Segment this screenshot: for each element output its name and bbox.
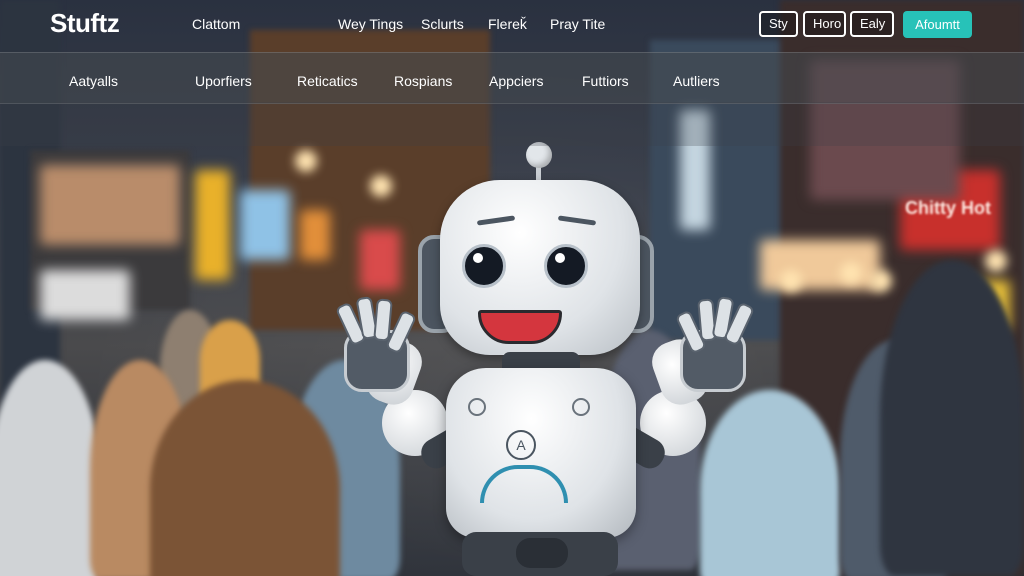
nav-link-wey-tings[interactable]: Wey Tings: [338, 16, 403, 32]
subnav-item-uporfiers[interactable]: Uporfiers: [195, 73, 252, 89]
shop-light: [195, 170, 230, 280]
subnav-item-reticatics[interactable]: Reticatics: [297, 73, 358, 89]
header-button-horo[interactable]: Horo: [803, 11, 846, 37]
cta-account-button[interactable]: Afoumtt: [903, 11, 972, 38]
subnav-shadow-band: [0, 102, 1024, 146]
subnav-item-appciers[interactable]: Appciers: [489, 73, 543, 89]
chest-a-logo-icon: A: [506, 430, 536, 460]
person: [880, 260, 1024, 576]
chest-bolt-icon: [468, 398, 486, 416]
subnav-item-rospians[interactable]: Rospians: [394, 73, 452, 89]
lamp: [985, 250, 1007, 272]
robot-eye: [544, 244, 588, 288]
robot-waist-disc: [516, 538, 568, 568]
header-button-ealy[interactable]: Ealy: [850, 11, 894, 37]
subnav-item-futtiors[interactable]: Futtiors: [582, 73, 629, 89]
lamp: [870, 270, 892, 292]
sub-navbar: Aatyalls Uporfiers Reticatics Rospians A…: [0, 52, 1024, 104]
nav-link-clattom[interactable]: Clattom: [192, 16, 240, 32]
robot-torso: [446, 368, 636, 538]
robot-mascot: A: [310, 140, 790, 576]
nav-link-sclurts[interactable]: Sclurts: [421, 16, 464, 32]
header-button-sty[interactable]: Sty: [759, 11, 798, 37]
shop-light: [40, 270, 130, 320]
shop-light: [40, 165, 180, 245]
lamp: [840, 262, 862, 284]
robot-hand: [334, 295, 418, 392]
person: [0, 360, 100, 576]
subnav-item-autliers[interactable]: Autliers: [673, 73, 720, 89]
robot-hand: [674, 295, 756, 392]
subnav-item-aatyalls[interactable]: Aatyalls: [69, 73, 118, 89]
top-navbar: Stuftz Clattom Wey Tings Sclurts Flereǩ …: [0, 0, 1024, 50]
chest-bolt-icon: [572, 398, 590, 416]
nav-link-pray-tite[interactable]: Pray Tite: [550, 16, 605, 32]
shop-light: [240, 190, 290, 260]
sign-text: Chitty Hot: [905, 198, 991, 218]
site-logo[interactable]: Stuftz: [50, 8, 120, 39]
nav-link-flere[interactable]: Flereǩ: [488, 16, 527, 32]
robot-eye: [462, 244, 506, 288]
